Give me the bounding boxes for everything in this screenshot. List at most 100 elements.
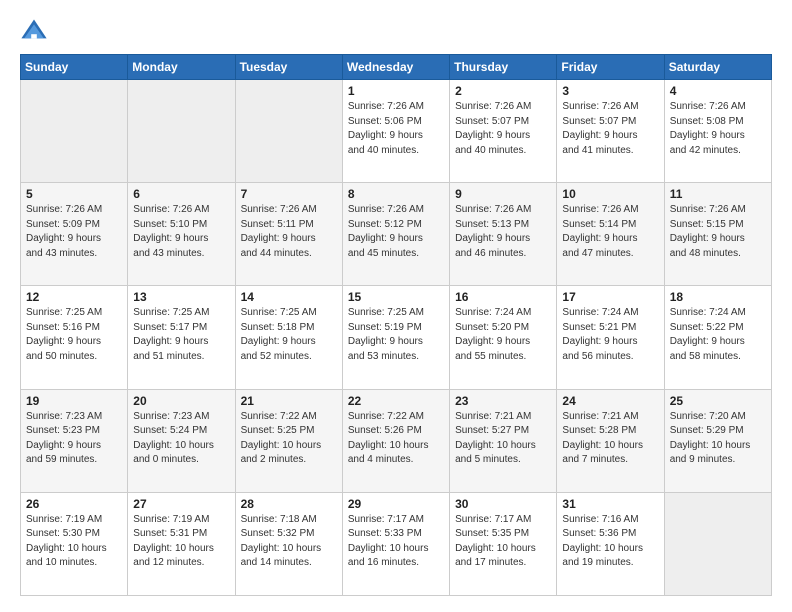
calendar-day-cell [235,80,342,183]
day-info: Sunrise: 7:26 AM Sunset: 5:15 PM Dayligh… [670,203,766,261]
day-info: Sunrise: 7:25 AM Sunset: 5:17 PM Dayligh… [133,306,229,364]
day-info: Sunrise: 7:26 AM Sunset: 5:09 PM Dayligh… [26,203,122,261]
day-info: Sunrise: 7:26 AM Sunset: 5:07 PM Dayligh… [562,100,658,158]
calendar-day-cell: 11 Sunrise: 7:26 AM Sunset: 5:15 PM Dayli… [664,183,771,286]
day-number: 17 [562,290,658,304]
day-number: 23 [455,394,551,408]
calendar-day-cell: 3 Sunrise: 7:26 AM Sunset: 5:07 PM Daylig… [557,80,664,183]
day-number: 27 [133,497,229,511]
calendar-week-row: 5 Sunrise: 7:26 AM Sunset: 5:09 PM Daylig… [21,183,772,286]
day-info: Sunrise: 7:17 AM Sunset: 5:33 PM Dayligh… [348,513,444,571]
calendar-header: SundayMondayTuesdayWednesdayThursdayFrid… [21,55,772,80]
day-info: Sunrise: 7:17 AM Sunset: 5:35 PM Dayligh… [455,513,551,571]
day-number: 5 [26,187,122,201]
day-info: Sunrise: 7:20 AM Sunset: 5:29 PM Dayligh… [670,410,766,468]
day-info: Sunrise: 7:16 AM Sunset: 5:36 PM Dayligh… [562,513,658,571]
day-info: Sunrise: 7:22 AM Sunset: 5:26 PM Dayligh… [348,410,444,468]
day-number: 15 [348,290,444,304]
calendar-week-row: 12 Sunrise: 7:25 AM Sunset: 5:16 PM Dayli… [21,286,772,389]
calendar-day-cell: 13 Sunrise: 7:25 AM Sunset: 5:17 PM Dayli… [128,286,235,389]
day-info: Sunrise: 7:24 AM Sunset: 5:20 PM Dayligh… [455,306,551,364]
calendar-day-cell: 16 Sunrise: 7:24 AM Sunset: 5:20 PM Dayli… [450,286,557,389]
calendar-day-cell: 24Sunrise: 7:21 AM Sunset: 5:28 PM Dayli… [557,389,664,492]
day-number: 16 [455,290,551,304]
day-info: Sunrise: 7:23 AM Sunset: 5:23 PM Dayligh… [26,410,122,468]
calendar-day-cell: 18 Sunrise: 7:24 AM Sunset: 5:22 PM Dayli… [664,286,771,389]
calendar-day-cell: 9 Sunrise: 7:26 AM Sunset: 5:13 PM Daylig… [450,183,557,286]
calendar-week-row: 26 Sunrise: 7:19 AM Sunset: 5:30 PM Dayli… [21,492,772,595]
day-number: 18 [670,290,766,304]
calendar-day-cell: 19 Sunrise: 7:23 AM Sunset: 5:23 PM Dayli… [21,389,128,492]
calendar-day-cell: 31 Sunrise: 7:16 AM Sunset: 5:36 PM Dayli… [557,492,664,595]
calendar-day-cell [664,492,771,595]
day-number: 8 [348,187,444,201]
day-number: 1 [348,84,444,98]
calendar-day-cell: 22 Sunrise: 7:22 AM Sunset: 5:26 PM Dayli… [342,389,449,492]
day-number: 21 [241,394,337,408]
day-number: 3 [562,84,658,98]
calendar-table: SundayMondayTuesdayWednesdayThursdayFrid… [20,54,772,596]
day-info: Sunrise: 7:19 AM Sunset: 5:31 PM Dayligh… [133,513,229,571]
day-info: Sunrise: 7:26 AM Sunset: 5:08 PM Dayligh… [670,100,766,158]
calendar-day-cell: 4Sunrise: 7:26 AM Sunset: 5:08 PM Daylig… [664,80,771,183]
day-number: 19 [26,394,122,408]
calendar-day-cell: 21 Sunrise: 7:22 AM Sunset: 5:25 PM Dayli… [235,389,342,492]
calendar-day-cell [21,80,128,183]
day-number: 22 [348,394,444,408]
day-number: 14 [241,290,337,304]
calendar-day-cell: 23Sunrise: 7:21 AM Sunset: 5:27 PM Dayli… [450,389,557,492]
day-info: Sunrise: 7:18 AM Sunset: 5:32 PM Dayligh… [241,513,337,571]
day-number: 12 [26,290,122,304]
day-number: 9 [455,187,551,201]
day-info: Sunrise: 7:22 AM Sunset: 5:25 PM Dayligh… [241,410,337,468]
day-number: 29 [348,497,444,511]
day-number: 11 [670,187,766,201]
day-of-week-header: Friday [557,55,664,80]
day-info: Sunrise: 7:25 AM Sunset: 5:18 PM Dayligh… [241,306,337,364]
day-number: 20 [133,394,229,408]
calendar-week-row: 19 Sunrise: 7:23 AM Sunset: 5:23 PM Dayli… [21,389,772,492]
day-info: Sunrise: 7:26 AM Sunset: 5:06 PM Dayligh… [348,100,444,158]
day-number: 2 [455,84,551,98]
day-number: 7 [241,187,337,201]
calendar-body: 1 Sunrise: 7:26 AM Sunset: 5:06 PM Daylig… [21,80,772,596]
day-number: 30 [455,497,551,511]
day-number: 10 [562,187,658,201]
calendar-day-cell: 26 Sunrise: 7:19 AM Sunset: 5:30 PM Dayli… [21,492,128,595]
day-of-week-header: Tuesday [235,55,342,80]
calendar-week-row: 1 Sunrise: 7:26 AM Sunset: 5:06 PM Daylig… [21,80,772,183]
calendar-day-cell [128,80,235,183]
day-info: Sunrise: 7:21 AM Sunset: 5:28 PM Dayligh… [562,410,658,468]
day-info: Sunrise: 7:26 AM Sunset: 5:10 PM Dayligh… [133,203,229,261]
day-info: Sunrise: 7:26 AM Sunset: 5:13 PM Dayligh… [455,203,551,261]
calendar-day-cell: 28 Sunrise: 7:18 AM Sunset: 5:32 PM Dayli… [235,492,342,595]
header [20,16,772,44]
day-number: 26 [26,497,122,511]
calendar-day-cell: 25Sunrise: 7:20 AM Sunset: 5:29 PM Dayli… [664,389,771,492]
day-of-week-header: Thursday [450,55,557,80]
calendar-day-cell: 6 Sunrise: 7:26 AM Sunset: 5:10 PM Daylig… [128,183,235,286]
calendar-day-cell: 1 Sunrise: 7:26 AM Sunset: 5:06 PM Daylig… [342,80,449,183]
calendar-day-cell: 30 Sunrise: 7:17 AM Sunset: 5:35 PM Dayli… [450,492,557,595]
calendar-day-cell: 2 Sunrise: 7:26 AM Sunset: 5:07 PM Daylig… [450,80,557,183]
day-info: Sunrise: 7:26 AM Sunset: 5:07 PM Dayligh… [455,100,551,158]
page: SundayMondayTuesdayWednesdayThursdayFrid… [0,0,792,612]
day-of-week-header: Monday [128,55,235,80]
day-info: Sunrise: 7:26 AM Sunset: 5:12 PM Dayligh… [348,203,444,261]
day-info: Sunrise: 7:26 AM Sunset: 5:11 PM Dayligh… [241,203,337,261]
calendar-day-cell: 15Sunrise: 7:25 AM Sunset: 5:19 PM Dayli… [342,286,449,389]
day-number: 31 [562,497,658,511]
day-number: 28 [241,497,337,511]
calendar-day-cell: 17Sunrise: 7:24 AM Sunset: 5:21 PM Dayli… [557,286,664,389]
day-info: Sunrise: 7:25 AM Sunset: 5:16 PM Dayligh… [26,306,122,364]
day-of-week-header: Wednesday [342,55,449,80]
calendar-day-cell: 14 Sunrise: 7:25 AM Sunset: 5:18 PM Dayli… [235,286,342,389]
day-info: Sunrise: 7:24 AM Sunset: 5:22 PM Dayligh… [670,306,766,364]
day-number: 13 [133,290,229,304]
day-of-week-header: Sunday [21,55,128,80]
day-info: Sunrise: 7:19 AM Sunset: 5:30 PM Dayligh… [26,513,122,571]
day-of-week-header: Saturday [664,55,771,80]
day-info: Sunrise: 7:23 AM Sunset: 5:24 PM Dayligh… [133,410,229,468]
day-number: 6 [133,187,229,201]
calendar-day-cell: 12 Sunrise: 7:25 AM Sunset: 5:16 PM Dayli… [21,286,128,389]
